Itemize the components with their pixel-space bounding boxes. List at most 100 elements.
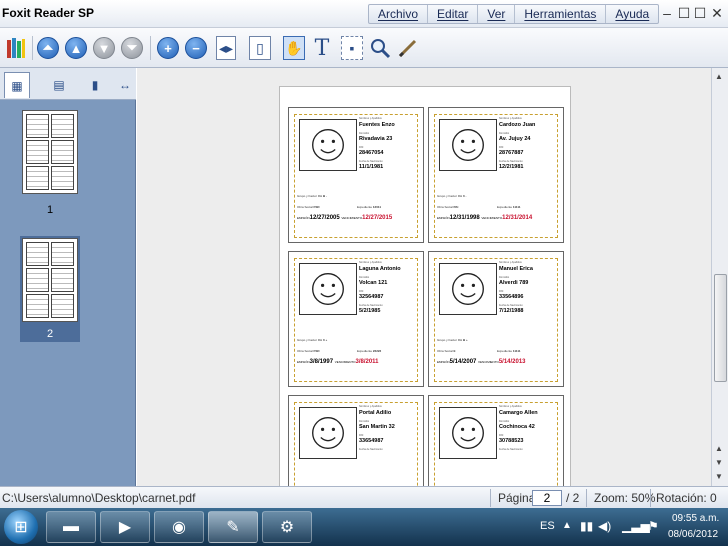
menu-herramientas[interactable]: Herramientas <box>515 5 607 23</box>
id-card: Nombres y Apellidos Portal Adilio Domicili… <box>288 395 424 486</box>
card-address: Rivadavia 23 <box>359 136 393 142</box>
scroll-down-icon[interactable]: ▼ <box>715 458 723 467</box>
expiry-label: VENCIMIENTO <box>341 216 363 220</box>
page-thumbnail-1[interactable] <box>22 110 78 194</box>
text-select-icon[interactable]: T <box>310 35 334 61</box>
previous-page-icon[interactable]: ▲ <box>64 35 88 61</box>
id-card: Nombres y Apellidos Cardozo Juan Domicilio… <box>428 107 564 243</box>
tray-arrow-icon[interactable]: ▲ <box>562 520 572 531</box>
smiley-photo-icon <box>299 119 357 171</box>
media-player-icon[interactable]: ▶ <box>100 511 150 543</box>
file-label: Expediente <box>357 349 373 353</box>
panel-tabs: ▦ ▤ ▮ ↔ <box>0 68 136 100</box>
file-path: C:\Users\alumno\Desktop\carnet.pdf <box>2 491 196 505</box>
smiley-photo-icon <box>299 407 357 459</box>
scroll-down-icon[interactable]: ▼ <box>715 472 723 481</box>
card-expiry-date: 12/31/2014 <box>502 215 533 221</box>
next-page-icon[interactable]: ▼ <box>92 35 116 61</box>
menu-archivo[interactable]: Archivo <box>369 5 429 23</box>
hand-icon[interactable]: ✋ <box>282 35 306 61</box>
smiley-photo-icon <box>439 263 497 315</box>
zoom-in-icon[interactable]: + <box>156 35 180 61</box>
single-page-icon[interactable]: ▯ <box>248 35 272 61</box>
pages-tab-icon[interactable]: ▤ <box>46 72 72 98</box>
maximize-icon[interactable]: ☐ <box>692 4 708 22</box>
windows-start-icon[interactable]: ⊞ <box>4 510 38 544</box>
status-bar: C:\Users\alumno\Desktop\carnet.pdf Págin… <box>0 486 728 508</box>
explorer-icon[interactable]: ▬ <box>46 511 96 543</box>
dni-label: DNI <box>499 290 504 293</box>
foxit-reader-icon[interactable]: ✎ <box>208 511 258 543</box>
card-file: 22222 <box>372 349 382 353</box>
settings-icon[interactable]: ⚙ <box>262 511 312 543</box>
issue-label: EMISIÓN <box>437 360 450 364</box>
address-label: Domicilio <box>499 420 510 423</box>
page-thumbnail-2[interactable] <box>22 238 78 322</box>
card-name: Fuentes Enzo <box>359 122 395 128</box>
birth-label: Fecha de Nacimiento <box>499 448 523 451</box>
language-indicator[interactable]: ES <box>540 520 555 532</box>
card-name: Manuel Erica <box>499 266 533 272</box>
document-view[interactable]: Nombres y Apellidos Fuentes Enzo Domicilio… <box>137 68 711 486</box>
vertical-scrollbar[interactable]: ▲ ▲ ▼ ▼ <box>711 68 728 486</box>
card-name: Laguna Antonio <box>359 266 401 272</box>
birth-label: Fecha de Nacimiento <box>359 304 383 307</box>
address-label: Domicilio <box>359 132 370 135</box>
card-border: Nombres y Apellidos Portal Adilio Domicili… <box>294 402 418 486</box>
volume-icon[interactable]: ◀) <box>598 519 611 533</box>
zoom-tool-icon[interactable] <box>368 35 392 61</box>
issue-label: EMISIÓN <box>297 360 310 364</box>
annotation-icon[interactable] <box>396 35 420 61</box>
last-page-icon[interactable]: ⏷ <box>120 35 144 61</box>
birth-label: Fecha de Nacimiento <box>359 448 383 451</box>
expand-icon[interactable]: ↔ <box>112 72 138 98</box>
thumbnails-tab-icon[interactable]: ▦ <box>4 72 30 98</box>
restore-icon[interactable]: ☐ <box>676 4 692 22</box>
scrollbar-thumb[interactable] <box>714 274 727 382</box>
card-file: 11111 <box>512 205 521 209</box>
scroll-up-icon[interactable]: ▲ <box>715 444 723 453</box>
snapshot-icon[interactable]: ▪ <box>340 35 364 61</box>
flag-icon[interactable]: ⚑ <box>648 519 659 533</box>
address-label: Domicilio <box>359 276 370 279</box>
title-bar: Foxit Reader SP Archivo Editar Ver Herra… <box>0 0 728 28</box>
birth-label: Fecha de Nacimiento <box>359 160 383 163</box>
library-icon[interactable] <box>4 35 28 61</box>
firefox-icon[interactable]: ◉ <box>154 511 204 543</box>
insurance-label: Obra Social <box>437 349 453 353</box>
card-address: Alverdi 789 <box>499 280 529 286</box>
blood-label: Grupo y Factor RH <box>297 194 323 198</box>
clock-date[interactable]: 08/06/2012 <box>668 529 718 540</box>
close-icon[interactable]: ✕ <box>709 4 725 22</box>
card-issue-date: 3/8/1997 <box>309 359 334 365</box>
menu-editar[interactable]: Editar <box>428 5 479 23</box>
scroll-up-icon[interactable]: ▲ <box>715 72 723 81</box>
page-number-input[interactable] <box>532 490 562 506</box>
page-thumbnail-label: 2 <box>46 328 54 340</box>
card-insurance: FSD <box>313 205 320 209</box>
first-page-icon[interactable]: ⏶ <box>36 35 60 61</box>
toolbar: ⏶ ▲ ▼ ⏷ + − ◂▸ ▯ ✋ T ▪ <box>0 28 728 68</box>
taskbar: ⊞ ▬ ▶ ◉ ✎ ⚙ ES ▲ ▮▮ ◀) ▁▃▅ ⚑ 09:55 a.m. … <box>0 508 728 546</box>
signal-icon[interactable]: ▁▃▅ <box>622 519 650 533</box>
menu-ayuda[interactable]: Ayuda <box>606 5 658 23</box>
pdf-page: Nombres y Apellidos Fuentes Enzo Domicilio… <box>279 86 571 486</box>
smiley-photo-icon <box>439 407 497 459</box>
page-layout-icon[interactable]: ◂▸ <box>214 35 238 61</box>
blood-label: Grupo y Factor RH <box>437 338 463 342</box>
card-birth: 12/2/1981 <box>499 164 524 170</box>
card-border: Nombres y Apellidos Manuel Erica Domicilio… <box>434 258 558 382</box>
card-address: Volcan 121 <box>359 280 388 286</box>
card-name: Portal Adilio <box>359 410 392 416</box>
clock-time[interactable]: 09:55 a.m. <box>672 513 719 524</box>
card-issue-date: 5/14/2007 <box>449 359 477 365</box>
bookmarks-tab-icon[interactable]: ▮ <box>82 72 108 98</box>
network-icon[interactable]: ▮▮ <box>580 519 593 533</box>
blood-label: Grupo y Factor RH <box>437 194 463 198</box>
zoom-out-icon[interactable]: − <box>184 35 208 61</box>
blood-label: Grupo y Factor RH <box>297 338 323 342</box>
menu-ver[interactable]: Ver <box>478 5 516 23</box>
card-name: Camargo Allen <box>499 410 538 416</box>
insurance-label: Obra Social <box>297 349 313 353</box>
minimize-icon[interactable]: – <box>659 4 675 22</box>
